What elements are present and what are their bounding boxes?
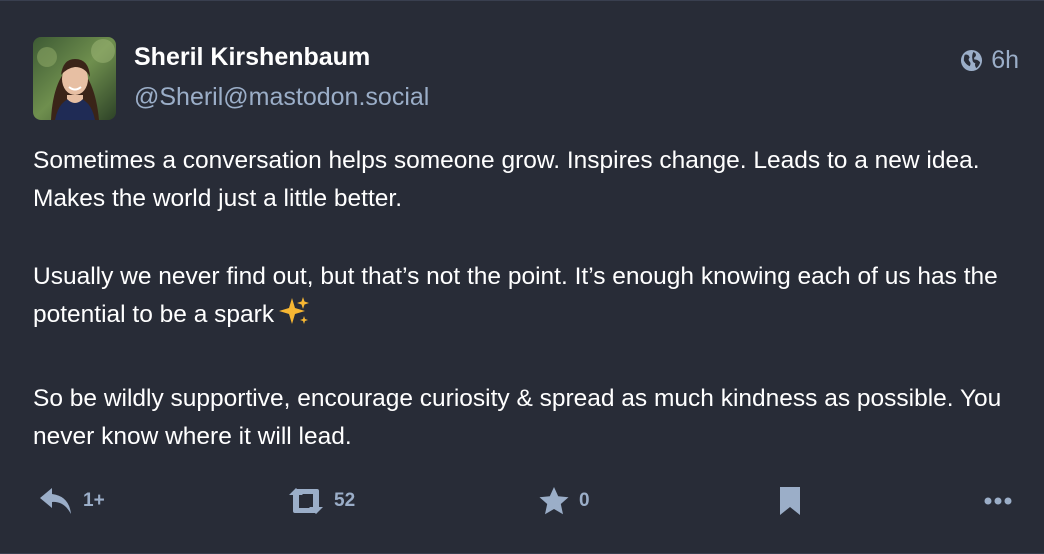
content-paragraph: Usually we never find out, but that’s no… <box>33 263 998 328</box>
favourite-count: 0 <box>579 490 590 511</box>
reply-count: 1+ <box>83 490 105 511</box>
reply-icon <box>38 486 74 516</box>
post-timestamp[interactable]: 6h <box>991 46 1019 75</box>
author-display-name[interactable]: Sheril Kirshenbaum <box>134 43 370 72</box>
post-content: Sometimes a conversation helps someone g… <box>33 142 1023 456</box>
content-paragraph: So be wildly supportive, encourage curio… <box>33 385 1002 450</box>
more-options-button[interactable] <box>984 479 1012 523</box>
ellipsis-icon <box>984 496 1012 506</box>
boost-icon <box>287 487 325 515</box>
favourite-button[interactable]: 0 <box>538 479 590 523</box>
author-handle[interactable]: @Sheril@mastodon.social <box>134 83 429 112</box>
content-paragraph-with-emoji: Usually we never find out, but that’s no… <box>33 258 1023 340</box>
boost-button[interactable]: 52 <box>287 479 355 523</box>
boost-count: 52 <box>334 490 356 511</box>
status-post: Sheril Kirshenbaum @Sheril@mastodon.soci… <box>0 0 1044 554</box>
content-paragraph: Sometimes a conversation helps someone g… <box>33 147 980 212</box>
post-meta: 6h <box>960 46 1019 75</box>
avatar-image <box>33 37 116 120</box>
bookmark-icon <box>777 486 803 516</box>
star-icon <box>538 486 570 516</box>
reply-button[interactable]: 1+ <box>38 479 105 523</box>
bookmark-button[interactable] <box>777 479 803 523</box>
avatar[interactable] <box>33 37 116 120</box>
sparkles-emoji <box>278 296 310 340</box>
globe-icon <box>960 49 983 72</box>
action-bar: 1+ 52 0 <box>0 479 1044 523</box>
